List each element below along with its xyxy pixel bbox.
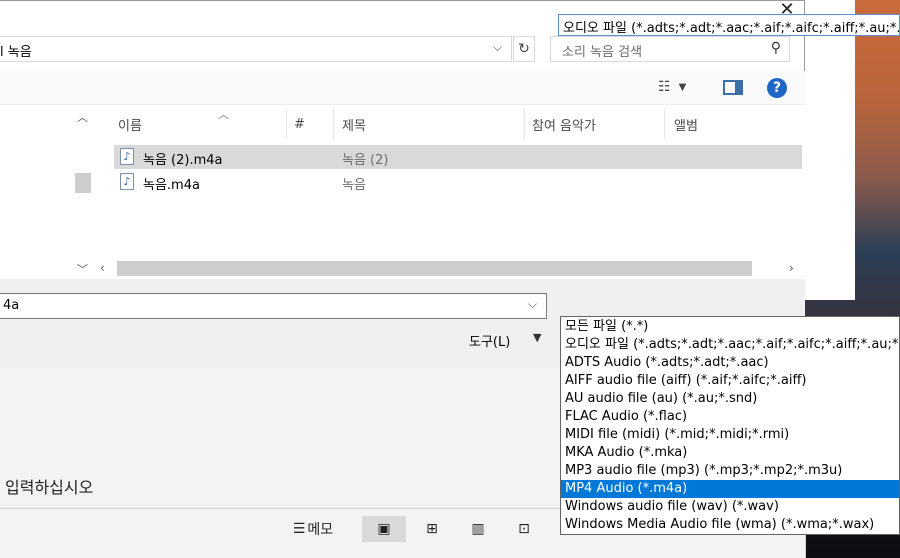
file-name: 녹음 (2).m4a xyxy=(143,153,223,168)
search-icon: ⚲ xyxy=(770,40,781,56)
column-header-title[interactable]: 제목 xyxy=(342,109,366,139)
chevron-down-icon[interactable]: ⌵ xyxy=(493,40,502,55)
chevron-down-icon: ▼ xyxy=(678,81,687,93)
address-bar[interactable]: l 녹음 ⌵ xyxy=(0,36,512,62)
grid-icon: ⊞ xyxy=(426,521,438,537)
column-header-album[interactable]: 앨범 xyxy=(674,109,698,139)
single-page-icon: ▣ xyxy=(377,521,391,537)
filetype-option[interactable]: 모든 파일 (*.*) xyxy=(561,318,899,336)
scrollbar-thumb[interactable] xyxy=(75,173,91,193)
column-label: 제목 xyxy=(342,118,366,134)
view-other-button[interactable]: ⊡ xyxy=(504,516,544,542)
dialog-toolbar: ☷ ▼ ? xyxy=(0,71,805,105)
column-divider[interactable] xyxy=(524,109,525,139)
chevron-left-icon[interactable]: ‹ xyxy=(100,261,105,275)
column-header-number[interactable]: # xyxy=(294,109,305,139)
nav-scrollbar[interactable]: ︿ ﹀ xyxy=(73,105,93,279)
view-book-button[interactable]: ▥ xyxy=(458,516,498,542)
file-row[interactable]: ♪ 녹음 (2).m4a 녹음 (2) xyxy=(114,145,802,169)
filetype-option[interactable]: FLAC Audio (*.flac) xyxy=(561,408,899,426)
filetype-select[interactable]: 오디오 파일 (*.adts;*.adt;*.aac;*.aif;*.aifc;… xyxy=(558,14,900,36)
file-title: 녹음 (2) xyxy=(342,153,389,168)
filename-field[interactable]: 4a ⌵ xyxy=(0,293,547,319)
filetype-option[interactable]: MKA Audio (*.mka) xyxy=(561,444,899,462)
chevron-down-icon[interactable]: ▼ xyxy=(533,331,541,344)
filetype-option[interactable]: MP3 audio file (mp3) (*.mp3;*.mp2;*.m3u) xyxy=(561,462,899,480)
details-view-icon: ☷ xyxy=(658,79,671,95)
column-label: # xyxy=(294,116,305,132)
filetype-option[interactable]: Windows audio file (wav) (*.wav) xyxy=(561,498,899,516)
horizontal-scrollbar[interactable]: ‹ › xyxy=(94,259,805,278)
column-header-artist[interactable]: 참여 음악가 xyxy=(532,109,596,139)
chevron-down-icon[interactable]: ﹀ xyxy=(77,261,88,277)
file-title: 녹음 xyxy=(342,178,366,193)
filetype-option[interactable]: Windows Media Audio file (wma) (*.wma;*.… xyxy=(561,516,899,534)
refresh-icon: ↻ xyxy=(518,41,530,57)
file-row[interactable]: ♪ 녹음.m4a 녹음 xyxy=(114,170,802,194)
filename-value: 4a xyxy=(3,298,20,313)
chevron-right-icon[interactable]: › xyxy=(789,261,794,275)
file-name: 녹음.m4a xyxy=(143,178,200,193)
search-placeholder: 소리 녹음 검색 xyxy=(562,45,643,60)
file-dialog: ✕ l 녹음 ⌵ ↻ 소리 녹음 검색 ⚲ ☷ ▼ ? ︿ ﹀ 이름 ︿ # 제… xyxy=(0,0,805,368)
memo-label: 메모 xyxy=(307,522,334,538)
column-divider[interactable] xyxy=(286,109,287,139)
chevron-down-icon[interactable]: ⌵ xyxy=(528,297,537,312)
address-text: l 녹음 xyxy=(0,45,32,60)
chevron-up-icon[interactable]: ︿ xyxy=(77,109,88,125)
column-divider[interactable] xyxy=(664,109,665,139)
view-single-button[interactable]: ▣ xyxy=(362,516,406,542)
memo-button[interactable]: ☰ 메모 xyxy=(282,516,344,542)
column-label: 앨범 xyxy=(674,118,698,134)
monitor-icon: ⊡ xyxy=(518,521,530,537)
file-list: 이름 ︿ # 제목 참여 음악가 앨범 ♪ 녹음 (2).m4a 녹음 (2) … xyxy=(94,105,805,279)
audio-file-icon: ♪ xyxy=(120,148,134,165)
view-grid-button[interactable]: ⊞ xyxy=(412,516,452,542)
input-hint: 입력하십시오 xyxy=(5,478,94,497)
filetype-option[interactable]: AU audio file (au) (*.au;*.snd) xyxy=(561,390,899,408)
column-label: 참여 음악가 xyxy=(532,118,596,134)
filetype-dropdown-list: 모든 파일 (*.*) 오디오 파일 (*.adts;*.adt;*.aac;*… xyxy=(560,316,900,535)
filetype-value: 오디오 파일 (*.adts;*.adt;*.aac;*.aif;*.aifc;… xyxy=(563,21,900,36)
column-divider[interactable] xyxy=(333,109,334,139)
column-header-name[interactable]: 이름 ︿ xyxy=(118,108,229,139)
help-icon[interactable]: ? xyxy=(767,78,787,98)
preview-pane-icon[interactable] xyxy=(723,80,743,95)
column-label: 이름 xyxy=(118,118,142,134)
book-icon: ▥ xyxy=(471,521,485,537)
audio-file-icon: ♪ xyxy=(120,173,134,190)
filetype-option[interactable]: ADTS Audio (*.adts;*.adt;*.aac) xyxy=(561,354,899,372)
sort-ascending-icon: ︿ xyxy=(218,108,229,121)
filetype-option[interactable]: AIFF audio file (aiff) (*.aif;*.aifc;*.a… xyxy=(561,372,899,390)
memo-icon: ☰ xyxy=(292,521,306,537)
refresh-button[interactable]: ↻ xyxy=(513,36,535,62)
scrollbar-thumb[interactable] xyxy=(117,261,752,276)
filetype-option[interactable]: 오디오 파일 (*.adts;*.adt;*.aac;*.aif;*.aifc;… xyxy=(561,336,899,354)
filetype-option[interactable]: MIDI file (midi) (*.mid;*.midi;*.rmi) xyxy=(561,426,899,444)
search-input[interactable]: 소리 녹음 검색 ⚲ xyxy=(550,36,790,62)
filetype-option-selected[interactable]: MP4 Audio (*.m4a) xyxy=(561,480,899,498)
tools-menu-button[interactable]: 도구(L) xyxy=(469,331,510,350)
view-options-button[interactable]: ☷ ▼ xyxy=(658,79,686,95)
